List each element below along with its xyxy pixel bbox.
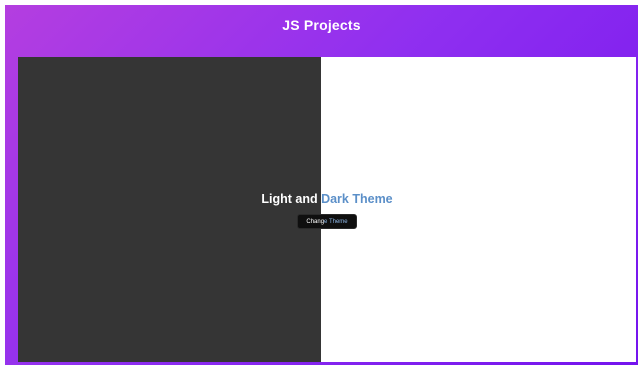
button-label-part-b: e Theme — [324, 219, 348, 225]
change-theme-button[interactable]: Change Theme — [297, 214, 357, 229]
button-label-part-a: Chang — [306, 219, 325, 225]
theme-heading: Light and Dark Theme — [18, 192, 636, 206]
page-title: JS Projects — [282, 17, 361, 33]
light-panel — [321, 57, 636, 362]
dark-panel — [18, 57, 321, 362]
heading-dark-part: Dark Theme — [321, 192, 393, 206]
app-frame: JS Projects Light and Dark Theme Change … — [5, 5, 638, 365]
theme-demo-stage: Light and Dark Theme Change Theme — [18, 57, 636, 362]
heading-light-part: Light and — [261, 192, 322, 206]
